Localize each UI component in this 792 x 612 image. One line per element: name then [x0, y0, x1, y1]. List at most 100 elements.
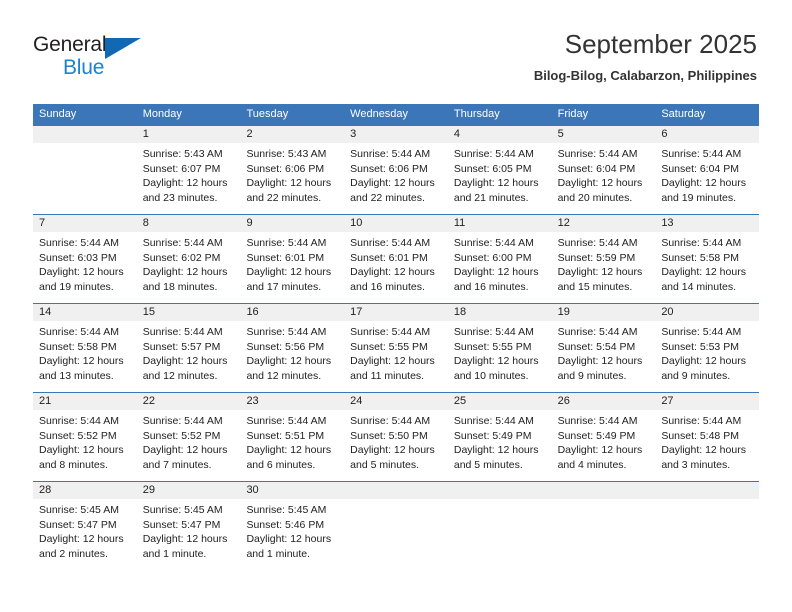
day-cell[interactable]: 6 Sunrise: 5:44 AM Sunset: 6:04 PM Dayli… [655, 126, 760, 214]
daylight-text-line1: Daylight: 12 hours [142, 266, 228, 278]
day-cell[interactable] [655, 482, 760, 570]
day-cell[interactable]: 1 Sunrise: 5:43 AM Sunset: 6:07 PM Dayli… [136, 126, 241, 214]
weekday-header-monday: Monday [142, 108, 182, 120]
daylight-text-line2: and 12 minutes. [246, 369, 322, 382]
daylight-text-line1: Daylight: 12 hours [350, 266, 435, 278]
logo-triangle-icon [105, 38, 141, 59]
day-cell[interactable]: 12 Sunrise: 5:44 AM Sunset: 5:59 PM Dayl… [551, 215, 656, 303]
day-details: Sunrise: 5:44 AM Sunset: 5:55 PM Dayligh… [344, 321, 448, 383]
daylight-text-line2: and 4 minutes. [557, 458, 627, 471]
day-number: 15 [136, 304, 241, 321]
daylight-text-line1: Daylight: 12 hours [453, 444, 539, 456]
daylight-text-line1: Daylight: 12 hours [142, 444, 228, 456]
day-cell[interactable]: 26 Sunrise: 5:44 AM Sunset: 5:49 PM Dayl… [551, 393, 656, 481]
day-cell[interactable] [447, 482, 552, 570]
day-cell[interactable]: 25 Sunrise: 5:44 AM Sunset: 5:49 PM Dayl… [447, 393, 552, 481]
day-cell[interactable]: 16 Sunrise: 5:44 AM Sunset: 5:56 PM Dayl… [240, 304, 345, 392]
day-cell[interactable]: 3 Sunrise: 5:44 AM Sunset: 6:06 PM Dayli… [344, 126, 448, 214]
sunrise-text: Sunrise: 5:44 AM [557, 326, 638, 338]
weekday-header-sunday: Sunday [39, 108, 77, 120]
daylight-text-line1: Daylight: 12 hours [661, 177, 746, 189]
day-cell[interactable]: 13 Sunrise: 5:44 AM Sunset: 5:58 PM Dayl… [655, 215, 760, 303]
day-number: 5 [551, 126, 656, 143]
sunrise-text: Sunrise: 5:44 AM [246, 237, 327, 249]
day-number: 20 [655, 304, 760, 321]
sunset-text: Sunset: 5:48 PM [661, 429, 739, 442]
day-number: 29 [136, 482, 241, 499]
day-cell[interactable]: 29 Sunrise: 5:45 AM Sunset: 5:47 PM Dayl… [136, 482, 241, 570]
day-details: Sunrise: 5:44 AM Sunset: 6:00 PM Dayligh… [448, 232, 552, 294]
sunrise-text: Sunrise: 5:44 AM [142, 415, 223, 427]
sunset-text: Sunset: 5:49 PM [453, 429, 532, 442]
day-cell[interactable]: 30 Sunrise: 5:45 AM Sunset: 5:46 PM Dayl… [240, 482, 345, 570]
day-number: 4 [447, 126, 552, 143]
daylight-text-line1: Daylight: 12 hours [557, 355, 643, 367]
daylight-text-line2: and 1 minute. [246, 547, 311, 560]
sunrise-text: Sunrise: 5:45 AM [39, 504, 119, 516]
sunset-text: Sunset: 5:57 PM [142, 340, 221, 353]
sunrise-text: Sunrise: 5:44 AM [453, 326, 534, 338]
day-cell[interactable]: 15 Sunrise: 5:44 AM Sunset: 5:57 PM Dayl… [136, 304, 241, 392]
daylight-text-line2: and 5 minutes. [350, 458, 420, 471]
day-number: 21 [33, 393, 137, 410]
day-number: 6 [655, 126, 760, 143]
day-cell[interactable]: 23 Sunrise: 5:44 AM Sunset: 5:51 PM Dayl… [240, 393, 345, 481]
day-cell[interactable]: 22 Sunrise: 5:44 AM Sunset: 5:52 PM Dayl… [136, 393, 241, 481]
day-cell[interactable]: 27 Sunrise: 5:44 AM Sunset: 5:48 PM Dayl… [655, 393, 760, 481]
day-details: Sunrise: 5:43 AM Sunset: 6:06 PM Dayligh… [240, 143, 344, 205]
sunset-text: Sunset: 5:56 PM [246, 340, 325, 353]
day-cell[interactable]: 19 Sunrise: 5:44 AM Sunset: 5:54 PM Dayl… [551, 304, 656, 392]
daylight-text-line1: Daylight: 12 hours [39, 266, 124, 278]
day-cell[interactable]: 2 Sunrise: 5:43 AM Sunset: 6:06 PM Dayli… [240, 126, 345, 214]
daylight-text-line1: Daylight: 12 hours [246, 444, 332, 456]
daylight-text-line2: and 22 minutes. [350, 191, 425, 204]
day-cell[interactable]: 18 Sunrise: 5:44 AM Sunset: 5:55 PM Dayl… [447, 304, 552, 392]
sunrise-text: Sunrise: 5:44 AM [453, 237, 534, 249]
sunrise-text: Sunrise: 5:45 AM [142, 504, 223, 516]
day-cell[interactable] [344, 482, 448, 570]
day-cell[interactable]: 11 Sunrise: 5:44 AM Sunset: 6:00 PM Dayl… [447, 215, 552, 303]
day-details: Sunrise: 5:43 AM Sunset: 6:07 PM Dayligh… [137, 143, 241, 205]
day-cell[interactable]: 24 Sunrise: 5:44 AM Sunset: 5:50 PM Dayl… [344, 393, 448, 481]
daylight-text-line1: Daylight: 12 hours [453, 355, 539, 367]
day-cell[interactable]: 21 Sunrise: 5:44 AM Sunset: 5:52 PM Dayl… [33, 393, 137, 481]
day-cell[interactable]: 20 Sunrise: 5:44 AM Sunset: 5:53 PM Dayl… [655, 304, 760, 392]
day-cell[interactable]: 10 Sunrise: 5:44 AM Sunset: 6:01 PM Dayl… [344, 215, 448, 303]
day-details: Sunrise: 5:44 AM Sunset: 5:49 PM Dayligh… [552, 410, 656, 472]
day-details: Sunrise: 5:44 AM Sunset: 5:51 PM Dayligh… [240, 410, 344, 472]
daylight-text-line2: and 2 minutes. [39, 547, 108, 560]
day-details: Sunrise: 5:44 AM Sunset: 6:02 PM Dayligh… [137, 232, 241, 294]
day-cell[interactable]: 8 Sunrise: 5:44 AM Sunset: 6:02 PM Dayli… [136, 215, 241, 303]
sunset-text: Sunset: 5:58 PM [661, 251, 739, 264]
daylight-text-line2: and 13 minutes. [39, 369, 114, 382]
day-number: 7 [33, 215, 137, 232]
daylight-text-line1: Daylight: 12 hours [246, 177, 332, 189]
daylight-text-line2: and 18 minutes. [142, 280, 218, 293]
daylight-text-line1: Daylight: 12 hours [39, 533, 124, 545]
day-cell[interactable]: 14 Sunrise: 5:44 AM Sunset: 5:58 PM Dayl… [33, 304, 137, 392]
sunset-text: Sunset: 5:58 PM [39, 340, 117, 353]
sunset-text: Sunset: 5:51 PM [246, 429, 325, 442]
day-cell[interactable]: 4 Sunrise: 5:44 AM Sunset: 6:05 PM Dayli… [447, 126, 552, 214]
day-cell[interactable] [551, 482, 656, 570]
day-cell[interactable]: 5 Sunrise: 5:44 AM Sunset: 6:04 PM Dayli… [551, 126, 656, 214]
day-cell[interactable]: 28 Sunrise: 5:45 AM Sunset: 5:47 PM Dayl… [33, 482, 137, 570]
title-block: September 2025 Bilog-Bilog, Calabarzon, … [534, 28, 757, 84]
weekday-header-wednesday: Wednesday [350, 108, 409, 120]
day-number: 22 [136, 393, 241, 410]
day-number: 8 [136, 215, 241, 232]
day-cell[interactable]: 9 Sunrise: 5:44 AM Sunset: 6:01 PM Dayli… [240, 215, 345, 303]
weekday-header-friday: Friday [557, 108, 589, 120]
day-details: Sunrise: 5:44 AM Sunset: 5:58 PM Dayligh… [33, 321, 137, 383]
daylight-text-line2: and 12 minutes. [142, 369, 218, 382]
day-number: 30 [240, 482, 345, 499]
sunrise-text: Sunrise: 5:44 AM [557, 415, 638, 427]
day-details: Sunrise: 5:44 AM Sunset: 6:04 PM Dayligh… [655, 143, 759, 205]
day-cell[interactable] [33, 126, 137, 214]
day-cell[interactable]: 7 Sunrise: 5:44 AM Sunset: 6:03 PM Dayli… [33, 215, 137, 303]
sunrise-text: Sunrise: 5:44 AM [350, 326, 431, 338]
day-cell[interactable]: 17 Sunrise: 5:44 AM Sunset: 5:55 PM Dayl… [344, 304, 448, 392]
week-row: 28 Sunrise: 5:45 AM Sunset: 5:47 PM Dayl… [33, 481, 760, 570]
day-number: 3 [344, 126, 448, 143]
daylight-text-line2: and 1 minute. [142, 547, 207, 560]
